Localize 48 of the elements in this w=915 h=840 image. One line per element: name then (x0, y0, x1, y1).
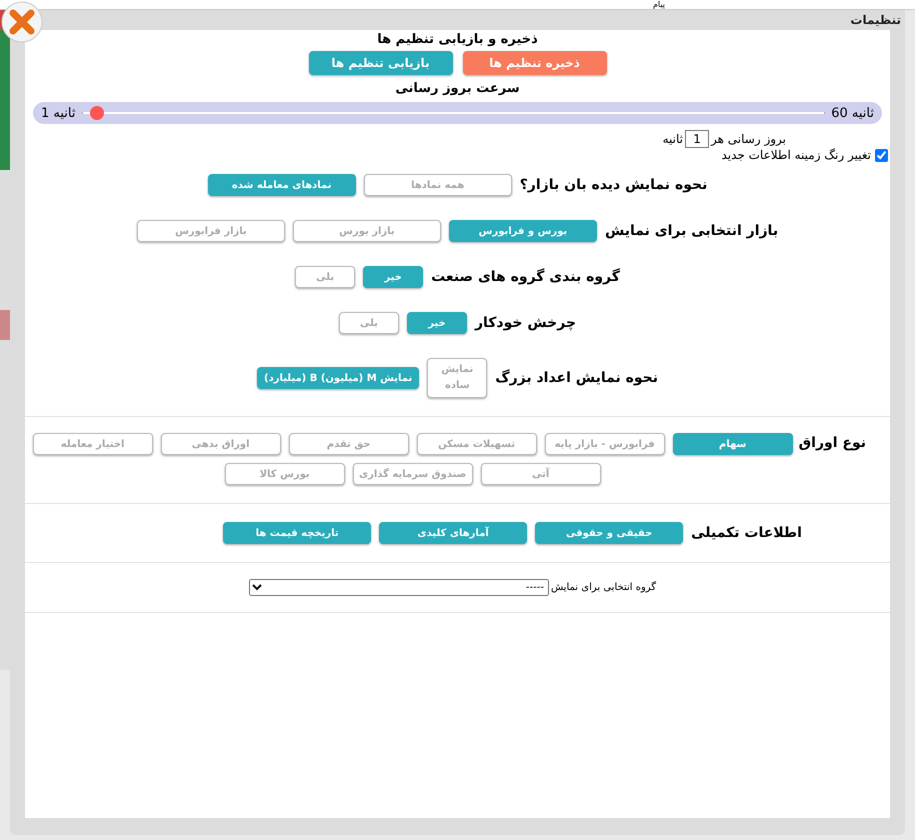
interval-label: بروز رسانی هر (711, 132, 786, 146)
option-label: چرخش خودکار (474, 315, 576, 331)
option-button[interactable]: فرابورس - بازار پایه (544, 433, 665, 455)
option-button[interactable]: همه نمادها (364, 174, 512, 196)
option-button[interactable]: آمارهای کلیدی (379, 522, 528, 544)
interval-unit: ثانیه (662, 132, 684, 146)
option-button[interactable]: بلی (295, 266, 356, 288)
option-button[interactable]: حقیقی و حقوقی (535, 522, 684, 544)
background-header-text: پیام (652, 0, 665, 9)
checkbox-label: تغییر رنگ زمینه اطلاعات جدید (721, 148, 871, 162)
option-button[interactable]: حق تقدم (288, 433, 409, 455)
section-heading: سرعت بروز رسانی (394, 81, 521, 96)
option-button[interactable]: بورس کالا (224, 463, 345, 485)
slider-max-label: ثانیه 60 (831, 106, 874, 120)
option-button[interactable]: تسهیلات مسکن (416, 433, 537, 455)
option-button[interactable]: نمادهای معامله شده (208, 174, 356, 196)
option-button[interactable]: بازار بورس (292, 220, 441, 242)
option-label: نحوه نمایش دیده بان بازار؟ (520, 177, 708, 193)
option-label: نحوه نمایش اعداد بزرگ (495, 370, 658, 386)
slider-thumb[interactable] (90, 106, 104, 120)
option-button[interactable]: بازار فرابورس (136, 220, 285, 242)
checkbox[interactable] (875, 148, 888, 162)
option-button[interactable]: سهام (672, 433, 793, 455)
option-label: گروه بندی گروه های صنعت (431, 269, 620, 285)
option-button[interactable]: خیر (406, 312, 467, 334)
option-label: بازار انتخابی برای نمایش (604, 223, 778, 239)
option-button[interactable]: اوراق بدهی (160, 433, 281, 455)
option-button[interactable]: صندوق سرمایه گذاری (352, 463, 473, 485)
save-button[interactable]: ذخیره تنظیم ها (462, 51, 606, 75)
option-label: اطلاعات تکمیلی (691, 525, 802, 541)
slider-min-label: ثانیه 1 (41, 106, 76, 120)
close-icon[interactable] (0, 0, 44, 44)
option-button[interactable]: نمایش ساده (427, 358, 488, 398)
option-button[interactable]: خیر (363, 266, 424, 288)
option-button[interactable]: تاریخچه قیمت ها (223, 522, 372, 544)
group-select-label: گروه انتخابی برای نمایش (550, 582, 656, 593)
window-title: تنظیمات (849, 12, 902, 29)
group-select[interactable]: ----- (248, 579, 549, 596)
section-heading: ذخیره و بازیابی تنظیم ها (376, 32, 539, 47)
option-button[interactable]: بورس و فرابورس (448, 220, 597, 242)
interval-field[interactable]: 1 (685, 130, 710, 148)
restore-button[interactable]: بازیابی تنظیم ها (308, 51, 452, 75)
speed-slider[interactable]: ثانیه 1 ثانیه 60 (33, 102, 882, 124)
option-button[interactable]: نمایش M (میلیون) B (میلیارد) (257, 367, 420, 389)
option-button[interactable]: بلی (338, 312, 399, 334)
option-button[interactable]: آتی (480, 463, 601, 485)
option-label: نوع اوراق (798, 435, 866, 451)
option-button[interactable]: اختیار معامله (32, 433, 153, 455)
